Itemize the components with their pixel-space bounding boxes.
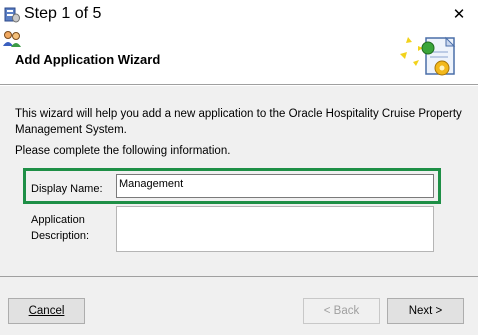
back-button[interactable]: < Back (303, 298, 380, 324)
cancel-button-label: Cancel (28, 305, 65, 317)
application-description-label-line1: Application (31, 214, 85, 226)
next-button-label: Next > (408, 305, 443, 317)
application-description-label: Application Description: (31, 212, 89, 244)
wizard-footer: Cancel < Back Next > (0, 276, 478, 335)
db-app-icon (4, 7, 20, 23)
title-bar: Step 1 of 5 ✕ (0, 0, 478, 30)
instruction-text: Please complete the following informatio… (15, 145, 231, 157)
wizard-header: Add Application Wizard (0, 30, 478, 85)
wizard-title: Add Application Wizard (15, 52, 161, 67)
cancel-button[interactable]: Cancel (8, 298, 85, 324)
next-button[interactable]: Next > (387, 298, 464, 324)
display-name-field[interactable]: Management (116, 174, 434, 198)
display-name-label: Display Name: (31, 183, 103, 195)
window-title: Step 1 of 5 (24, 5, 102, 22)
wizard-body: This wizard will help you add a new appl… (0, 86, 478, 276)
wizard-document-icon (398, 32, 464, 82)
application-description-field[interactable] (116, 206, 434, 252)
close-button[interactable]: ✕ (440, 0, 478, 28)
back-button-label: < Back (323, 305, 360, 317)
application-description-label-line2: Description: (31, 230, 90, 242)
intro-text: This wizard will help you add a new appl… (15, 108, 462, 136)
people-icon (2, 31, 24, 47)
close-icon: ✕ (452, 6, 466, 23)
